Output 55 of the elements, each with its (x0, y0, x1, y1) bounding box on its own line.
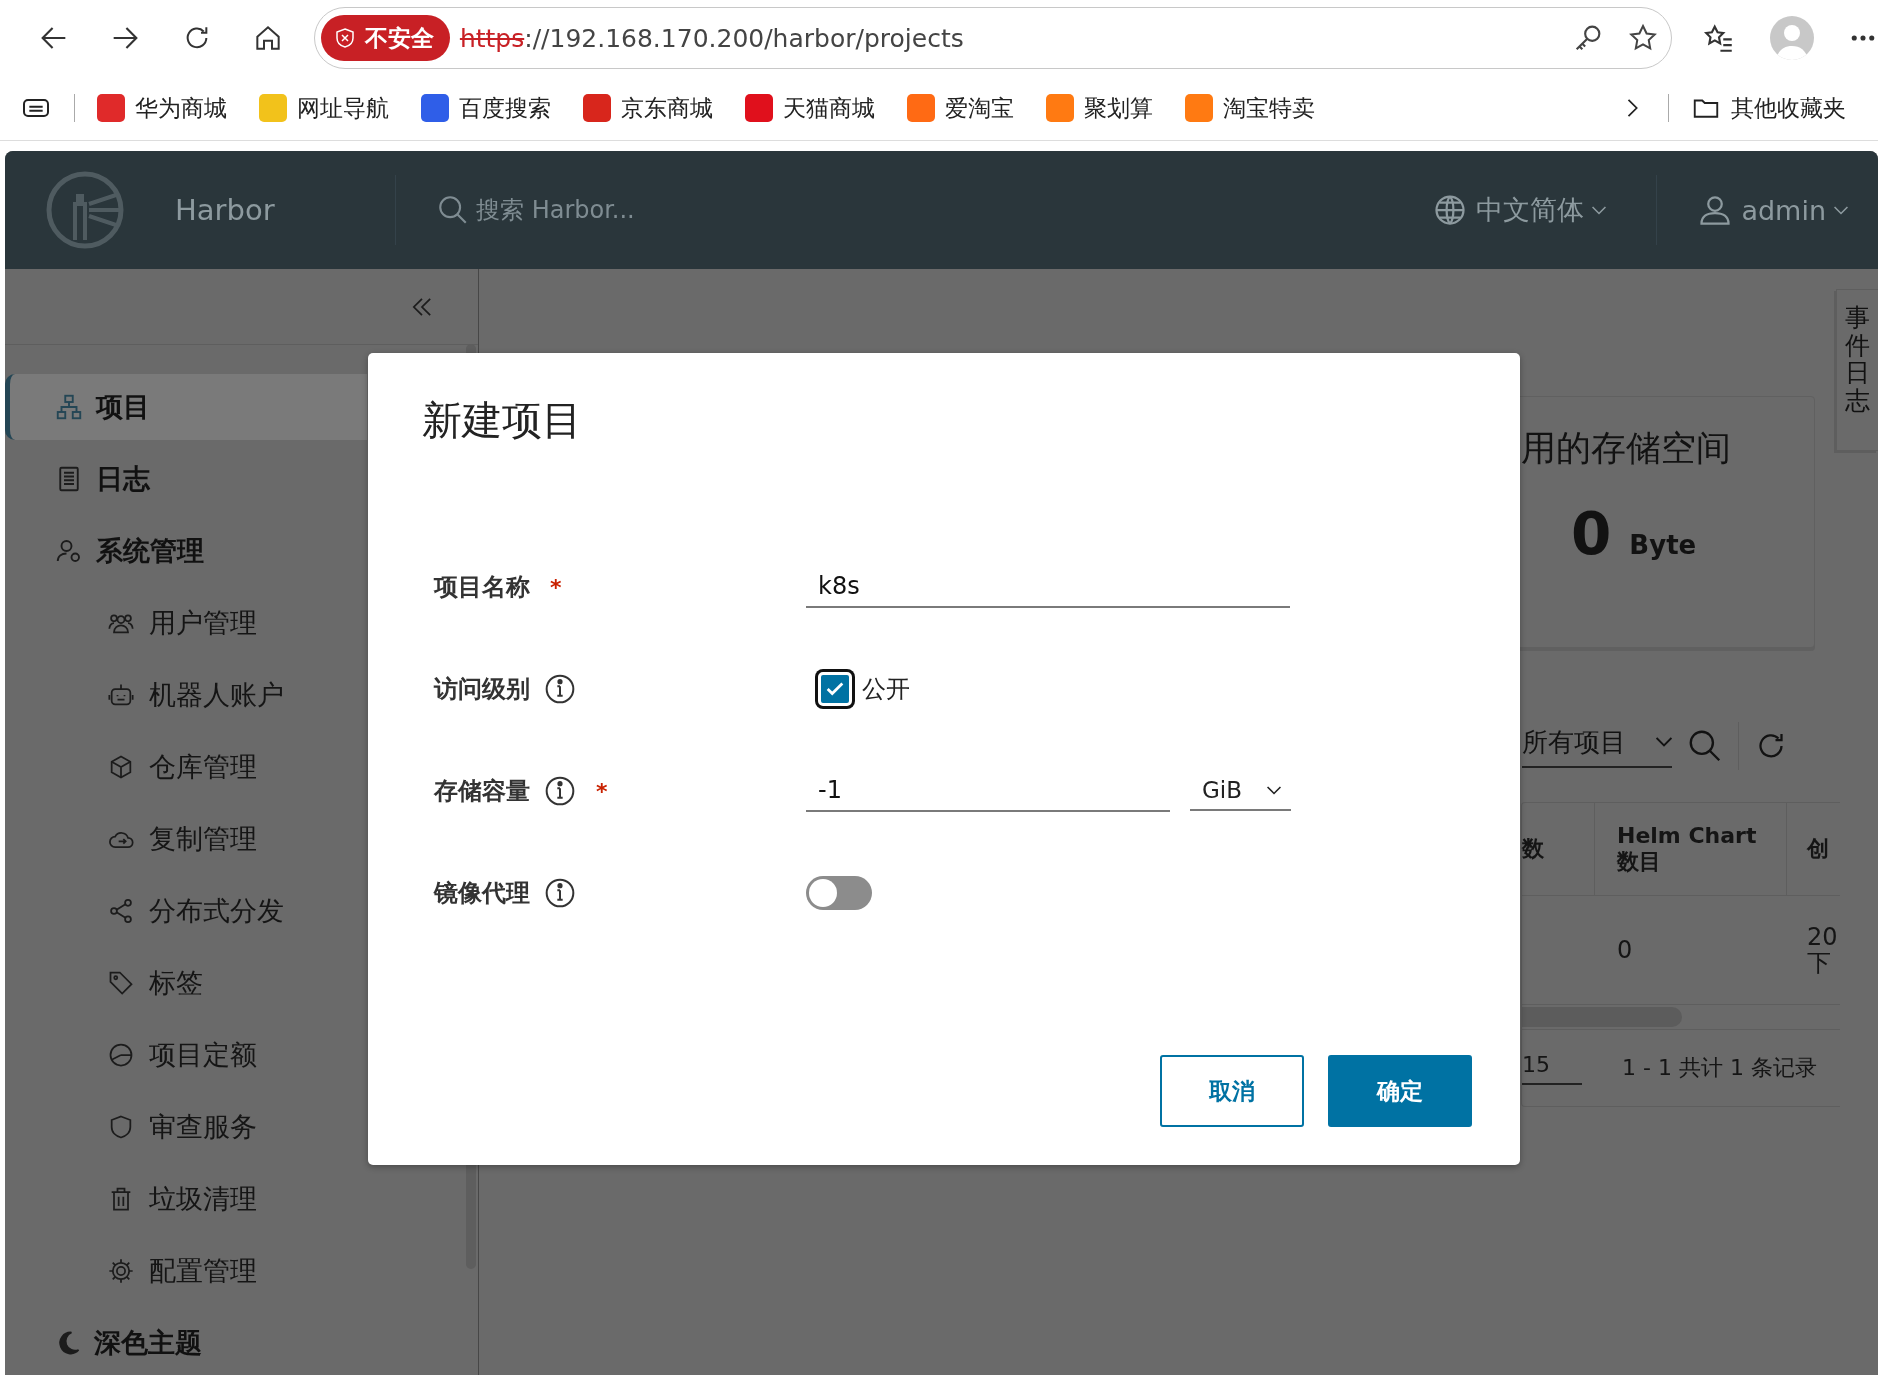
dialog-title: 新建项目 (422, 396, 583, 445)
other-bookmarks[interactable]: 其他收藏夹 (1691, 92, 1846, 124)
security-badge[interactable]: 不安全 (320, 15, 450, 61)
bookmark[interactable]: 淘宝特卖 (1185, 92, 1315, 124)
sidebar-item[interactable]: 日志 (5, 443, 367, 515)
language-menu[interactable]: 中文简体 (1432, 192, 1607, 228)
card-title: 用的存储空间 (1521, 427, 1732, 470)
confirm-button[interactable]: 确定 (1328, 1055, 1472, 1127)
sidebar-subitem[interactable]: 审查服务 (5, 1091, 367, 1163)
url-text: https://192.168.170.200/harbor/projects (459, 23, 965, 53)
storage-unit: Byte (1629, 530, 1697, 560)
project-name-input[interactable]: k8s (806, 566, 1290, 608)
quota-input[interactable]: -1 (806, 770, 1170, 812)
storage-value: 0 (1571, 500, 1612, 568)
address-bar[interactable]: 不安全 https://192.168.170.200/harbor/projects (313, 7, 1672, 69)
pagination-summary: 1 - 1 共计 1 条记录 (1622, 1054, 1817, 1082)
sidebar-subitem[interactable]: 仓库管理 (5, 731, 367, 803)
bookmark[interactable]: 聚划算 (1046, 92, 1153, 124)
sidebar-subitem[interactable]: 用户管理 (5, 587, 367, 659)
bookmark[interactable]: 华为商城 (97, 92, 227, 124)
required-marker: * (550, 574, 562, 600)
bookmark[interactable]: 爱淘宝 (907, 92, 1014, 124)
sidebar-subitem[interactable]: 项目定额 (5, 1019, 367, 1091)
brand-name: Harbor (175, 193, 276, 227)
search-field[interactable]: 搜索 Harbor... (395, 175, 635, 245)
unit-select[interactable]: GiB (1190, 771, 1291, 811)
field-label: 存储容量 (434, 776, 530, 807)
sidebar-subitem[interactable]: 机器人账户 (5, 659, 367, 731)
bookmark[interactable]: 网址导航 (259, 92, 389, 124)
sidebar-subitem[interactable]: 分布式分发 (5, 875, 367, 947)
sidebar-item[interactable]: 系统管理 (5, 515, 367, 587)
checkbox-label[interactable]: 公开 (862, 673, 910, 705)
column-header[interactable]: Helm Chart 数目 (1595, 803, 1787, 895)
sidebar-subitem[interactable]: 配置管理 (5, 1235, 367, 1307)
table-cell-text: 20 下 (1806, 921, 1839, 979)
theme-toggle[interactable]: 深色主题 (5, 1307, 367, 1375)
sidebar-item[interactable]: 项目 (5, 374, 367, 440)
project-filter-dropdown[interactable]: 所有项目 (1522, 724, 1672, 768)
field-label: 访问级别 (434, 674, 530, 705)
required-marker: * (596, 778, 608, 804)
field-label: 项目名称 (434, 572, 530, 603)
cancel-button[interactable]: 取消 (1160, 1055, 1304, 1127)
table-cell-text: 0 (1616, 934, 1634, 966)
bookmark[interactable]: 天猫商城 (745, 92, 875, 124)
sidebar-subitem[interactable]: 复制管理 (5, 803, 367, 875)
event-log-tab[interactable]: 事件日志 (1836, 289, 1878, 451)
sidebar-subitem[interactable]: 垃圾清理 (5, 1163, 367, 1235)
column-header[interactable]: 数 (1522, 803, 1595, 895)
bookmark[interactable]: 京东商城 (583, 92, 713, 124)
bookmark[interactable]: 百度搜索 (421, 92, 551, 124)
user-menu[interactable]: admin (1697, 192, 1848, 228)
field-label: 镜像代理 (434, 878, 530, 909)
page-size-select[interactable]: 15 (1522, 1051, 1582, 1085)
column-header[interactable]: 创 (1787, 803, 1840, 895)
sidebar-subitem[interactable]: 标签 (5, 947, 367, 1019)
